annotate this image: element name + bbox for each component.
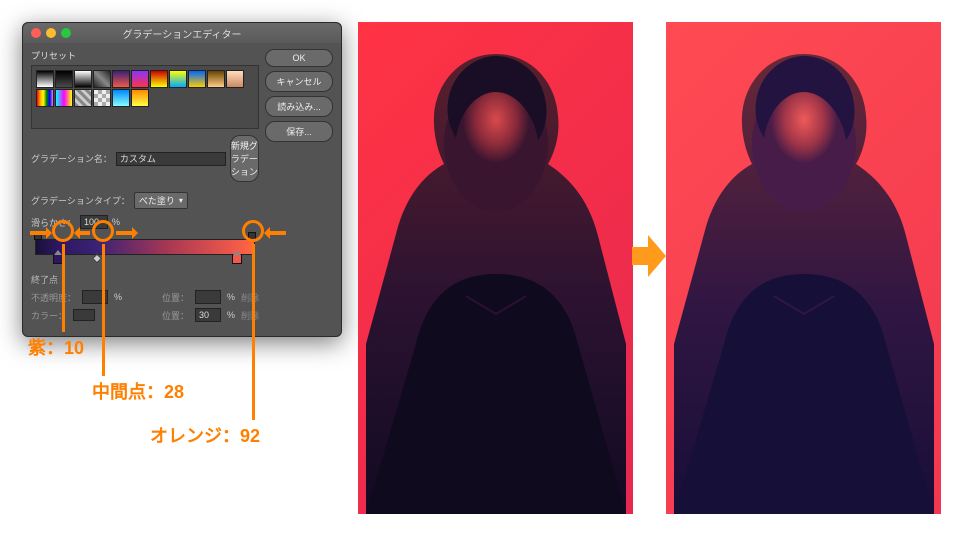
annotation-label-midpoint: 中間点：28 bbox=[92, 378, 184, 404]
close-icon[interactable] bbox=[31, 28, 41, 38]
color-stop-orange[interactable] bbox=[232, 254, 242, 264]
gradient-name-label: グラデーション名： bbox=[31, 152, 112, 165]
gradient-editor-dialog: グラデーションエディター プリセット bbox=[22, 22, 342, 337]
preset-swatch[interactable] bbox=[36, 70, 54, 88]
position-input-top[interactable] bbox=[195, 290, 221, 304]
position-input-bottom[interactable] bbox=[195, 308, 221, 322]
ok-button[interactable]: OK bbox=[265, 49, 333, 67]
new-gradient-button[interactable]: 新規グラデーション bbox=[230, 135, 259, 182]
opacity-stop[interactable] bbox=[248, 232, 256, 240]
annotation-label-purple: 紫：10 bbox=[28, 334, 84, 360]
position-field-label: 位置： bbox=[162, 309, 189, 322]
preset-swatch[interactable] bbox=[169, 70, 187, 88]
gradient-type-select[interactable]: べた塗り bbox=[134, 192, 188, 209]
delete-stop-button[interactable]: 削除 bbox=[241, 309, 259, 322]
gradient-bar-area bbox=[31, 239, 259, 255]
preview-image-before bbox=[358, 22, 633, 514]
preview-image-after bbox=[666, 22, 941, 514]
preset-swatch[interactable] bbox=[188, 70, 206, 88]
smoothness-input[interactable] bbox=[80, 215, 108, 229]
preset-swatch[interactable] bbox=[131, 70, 149, 88]
preset-swatch[interactable] bbox=[93, 70, 111, 88]
presets-panel bbox=[31, 65, 259, 129]
annotation-arrow-icon bbox=[266, 231, 286, 235]
annotation-arrow-icon bbox=[76, 231, 90, 235]
gradient-name-input[interactable] bbox=[116, 152, 226, 166]
preset-swatch[interactable] bbox=[55, 89, 73, 107]
zoom-icon[interactable] bbox=[61, 28, 71, 38]
percent-label: % bbox=[112, 217, 120, 227]
transition-arrow-icon bbox=[632, 235, 666, 277]
midpoint-stop[interactable] bbox=[92, 254, 102, 264]
annotation-line bbox=[252, 244, 255, 420]
preset-swatch[interactable] bbox=[55, 70, 73, 88]
delete-stop-button[interactable]: 削除 bbox=[241, 291, 259, 304]
preset-swatch[interactable] bbox=[36, 89, 54, 107]
annotation-line bbox=[62, 244, 65, 332]
annotation-arrow-icon bbox=[30, 231, 50, 235]
annotation-label-orange: オレンジ：92 bbox=[150, 422, 260, 448]
color-swatch-input[interactable] bbox=[73, 309, 95, 321]
gradient-type-label: グラデーションタイプ： bbox=[31, 194, 130, 207]
position-field-label: 位置： bbox=[162, 291, 189, 304]
annotation-arrow-icon bbox=[116, 231, 136, 235]
preset-swatch[interactable] bbox=[112, 70, 130, 88]
cancel-button[interactable]: キャンセル bbox=[265, 71, 333, 92]
minimize-icon[interactable] bbox=[46, 28, 56, 38]
preset-swatch[interactable] bbox=[74, 70, 92, 88]
annotation-line bbox=[102, 244, 105, 376]
preset-swatch[interactable] bbox=[74, 89, 92, 107]
load-button[interactable]: 読み込み... bbox=[265, 96, 333, 117]
window-controls bbox=[31, 28, 71, 38]
stops-header: 終了点 bbox=[31, 273, 259, 286]
preset-swatch[interactable] bbox=[150, 70, 168, 88]
preset-swatch[interactable] bbox=[112, 89, 130, 107]
gradient-bar[interactable] bbox=[35, 239, 255, 255]
preset-swatch[interactable] bbox=[131, 89, 149, 107]
opacity-field-label: 不透明度： bbox=[31, 291, 76, 304]
preset-swatch[interactable] bbox=[207, 70, 225, 88]
titlebar[interactable]: グラデーションエディター bbox=[23, 23, 341, 43]
presets-label: プリセット bbox=[31, 49, 259, 62]
preset-swatch[interactable] bbox=[93, 89, 111, 107]
save-button[interactable]: 保存... bbox=[265, 121, 333, 142]
preset-swatch[interactable] bbox=[226, 70, 244, 88]
